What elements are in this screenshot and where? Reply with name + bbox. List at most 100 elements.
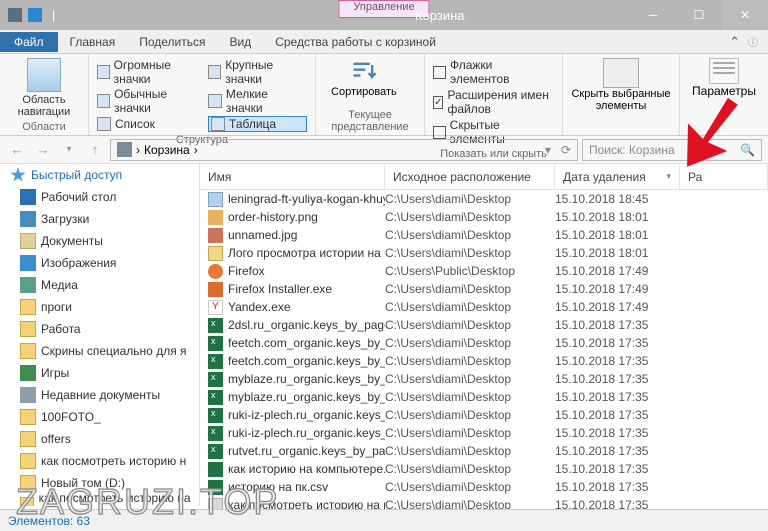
minimize-button[interactable]: ─ — [630, 0, 676, 30]
check-flags[interactable]: Флажки элементов — [433, 58, 554, 86]
params-icon — [709, 58, 739, 84]
help-icon[interactable]: ⓘ — [748, 34, 758, 49]
file-row[interactable]: Yandex.exeC:\Users\diami\Desktop15.10.20… — [200, 298, 768, 316]
layout-huge[interactable]: Огромные значки — [97, 58, 200, 86]
sidebar-item[interactable]: offers — [0, 428, 199, 450]
refresh-icon[interactable]: ⟳ — [561, 143, 571, 157]
nav-back-button[interactable]: ← — [6, 139, 28, 161]
file-name: 2dsl.ru_organic.keys_by_page_1490... — [228, 318, 385, 332]
file-name: Firefox Installer.exe — [228, 282, 332, 296]
hide-label: Скрыть выбранные элементы — [571, 88, 671, 112]
col-size[interactable]: Ра — [680, 164, 768, 189]
maximize-button[interactable]: ☐ — [676, 0, 722, 30]
sidebar-item[interactable]: как посмотреть историю на ком... — [0, 494, 199, 506]
nav-pane-icon — [27, 58, 61, 92]
file-name: myblaze.ru_organic.keys_by_page_... — [228, 390, 385, 404]
file-name: историю на пк.csv — [228, 480, 328, 494]
layout-large[interactable]: Крупные значки — [208, 58, 307, 86]
sidebar-item[interactable]: Игры — [0, 362, 199, 384]
file-icon — [208, 462, 223, 477]
file-deleted: 15.10.2018 17:35 — [555, 426, 680, 440]
file-row[interactable]: ruki-iz-plech.ru_organic.keys_by_p...C:\… — [200, 424, 768, 442]
sidebar-item[interactable]: Документы — [0, 230, 199, 252]
file-name: leningrad-ft-yuliya-kogan-khuy-m... — [228, 192, 385, 206]
sidebar-item[interactable]: Работа — [0, 318, 199, 340]
file-row[interactable]: Лого просмотра истории на ком...C:\Users… — [200, 244, 768, 262]
search-input[interactable]: Поиск: Корзина 🔍 — [582, 139, 762, 161]
breadcrumb-sep: › — [194, 143, 198, 157]
file-deleted: 15.10.2018 17:35 — [555, 462, 680, 476]
sidebar[interactable]: Быстрый доступ Рабочий столЗагрузки Докум… — [0, 164, 200, 506]
file-origin: C:\Users\diami\Desktop — [385, 390, 555, 404]
file-name: Firefox — [228, 264, 265, 278]
tab-recycle-tools[interactable]: Средства работы с корзиной — [263, 32, 448, 52]
file-deleted: 15.10.2018 17:35 — [555, 354, 680, 368]
tab-main[interactable]: Главная — [58, 32, 128, 52]
col-deleted[interactable]: Дата удаления▾ — [555, 164, 680, 189]
sidebar-item[interactable]: проги — [0, 296, 199, 318]
hide-selected-button[interactable]: Скрыть выбранные элементы — [571, 58, 671, 112]
file-row[interactable]: unnamed.jpgC:\Users\diami\Desktop15.10.2… — [200, 226, 768, 244]
close-button[interactable]: ✕ — [722, 0, 768, 30]
nav-up-button[interactable]: ↑ — [84, 139, 106, 161]
sort-icon — [350, 58, 378, 86]
file-icon — [208, 426, 223, 441]
file-row[interactable]: order-history.pngC:\Users\diami\Desktop1… — [200, 208, 768, 226]
nav-forward-button[interactable]: → — [32, 139, 54, 161]
layout-small[interactable]: Мелкие значки — [208, 87, 307, 115]
file-deleted: 15.10.2018 17:35 — [555, 336, 680, 350]
nav-history-button[interactable]: ▾ — [58, 139, 80, 161]
sidebar-label: Быстрый доступ — [31, 168, 122, 182]
file-icon — [208, 264, 223, 279]
sidebar-item[interactable]: Недавние документы — [0, 384, 199, 406]
file-row[interactable]: myblaze.ru_organic.keys_by_page_...C:\Us… — [200, 370, 768, 388]
col-origin[interactable]: Исходное расположение — [385, 164, 555, 189]
file-origin: C:\Users\diami\Desktop — [385, 462, 555, 476]
file-origin: C:\Users\diami\Desktop — [385, 480, 555, 494]
file-origin: C:\Users\diami\Desktop — [385, 354, 555, 368]
file-row[interactable]: feetch.com_organic.keys_by_page_...C:\Us… — [200, 352, 768, 370]
col-name[interactable]: Имя — [200, 164, 385, 189]
sidebar-item[interactable]: Рабочий стол — [0, 186, 199, 208]
tab-share[interactable]: Поделиться — [127, 32, 217, 52]
file-row[interactable]: как историю на компьютере.csvC:\Users\di… — [200, 460, 768, 478]
params-button[interactable]: Параметры — [688, 58, 760, 98]
file-row[interactable]: ruki-iz-plech.ru_organic.keys_by_p...C:\… — [200, 406, 768, 424]
file-row[interactable]: leningrad-ft-yuliya-kogan-khuy-m...C:\Us… — [200, 190, 768, 208]
layout-table[interactable]: Таблица — [208, 116, 307, 132]
file-origin: C:\Users\diami\Desktop — [385, 192, 555, 206]
layout-normal[interactable]: Обычные значки — [97, 87, 200, 115]
tab-view[interactable]: Вид — [217, 32, 263, 52]
nav-pane-button[interactable]: Область навигации — [8, 58, 80, 118]
qa-icon[interactable] — [28, 8, 42, 22]
file-row[interactable]: 2dsl.ru_organic.keys_by_page_1490...C:\U… — [200, 316, 768, 334]
sidebar-item[interactable]: Загрузки — [0, 208, 199, 230]
address-input[interactable]: › Корзина › ▾ ⟳ — [110, 139, 578, 161]
sidebar-item[interactable]: как посмотреть историю н — [0, 450, 199, 472]
file-row[interactable]: Firefox Installer.exeC:\Users\diami\Desk… — [200, 280, 768, 298]
breadcrumb-root[interactable]: Корзина — [144, 143, 190, 157]
file-row[interactable]: feetch.com_organic.keys_by_page_...C:\Us… — [200, 334, 768, 352]
file-name: Лого просмотра истории на ком... — [228, 246, 385, 260]
check-extensions[interactable]: ✓Расширения имен файлов — [433, 88, 554, 116]
file-row[interactable]: myblaze.ru_organic.keys_by_page_...C:\Us… — [200, 388, 768, 406]
sidebar-item[interactable]: 100FOTO_ — [0, 406, 199, 428]
sidebar-item[interactable]: Скрины специально для я — [0, 340, 199, 362]
addr-dropdown-icon[interactable]: ▾ — [545, 143, 551, 157]
file-icon — [208, 444, 223, 459]
file-deleted: 15.10.2018 17:35 — [555, 390, 680, 404]
sidebar-quick-access[interactable]: Быстрый доступ — [0, 164, 199, 186]
tab-file[interactable]: Файл — [0, 32, 58, 52]
sidebar-item[interactable]: Изображения — [0, 252, 199, 274]
file-row[interactable]: rutvet.ru_organic.keys_by_page_16...C:\U… — [200, 442, 768, 460]
file-row[interactable]: историю на пк.csvC:\Users\diami\Desktop1… — [200, 478, 768, 496]
collapse-ribbon-icon[interactable]: ⌃ — [729, 34, 740, 50]
sidebar-item[interactable]: Медиа — [0, 274, 199, 296]
sort-button[interactable]: Сортировать — [324, 58, 404, 98]
file-list: Имя Исходное расположение Дата удаления▾… — [200, 164, 768, 506]
ribbon-tabs: Файл Главная Поделиться Вид Средства раб… — [0, 30, 768, 54]
sidebar-item-label: Документы — [41, 234, 103, 248]
file-icon — [208, 300, 223, 315]
layout-list[interactable]: Список — [97, 116, 200, 132]
file-row[interactable]: FirefoxC:\Users\Public\Desktop15.10.2018… — [200, 262, 768, 280]
